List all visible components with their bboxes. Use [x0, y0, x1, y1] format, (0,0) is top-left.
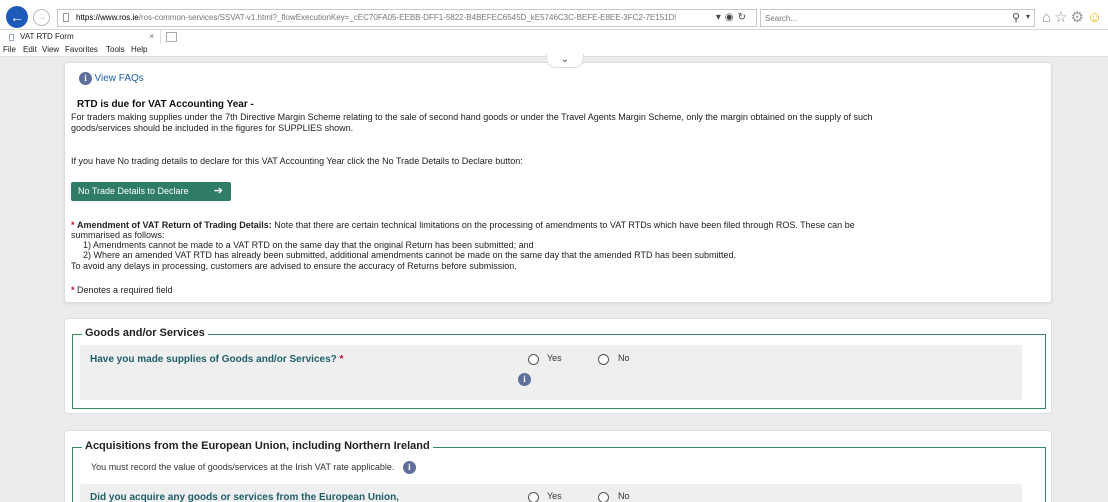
amendment-summary: summarised as follows: — [71, 230, 165, 240]
arrow-right-icon: ➔ — [213, 185, 223, 197]
amendment-heading: Amendment of VAT Return of Trading Detai… — [77, 220, 272, 230]
goods-services-question: Have you made supplies of Goods and/or S… — [90, 354, 343, 365]
amendment-item-2: 2) Where an amended VAT RTD has already … — [83, 250, 737, 260]
menu-edit[interactable]: Edit — [23, 45, 37, 54]
search-icon[interactable]: ⚲ — [1012, 11, 1020, 24]
lock-icon: ◉ — [724, 12, 738, 23]
goods-services-card: Goods and/or Services Have you made supp… — [64, 318, 1052, 414]
amendment-item-1: 1) Amendments cannot be made to a VAT RT… — [83, 240, 534, 250]
search-box[interactable]: ⚲ ▾ — [760, 9, 1035, 27]
required-field-note: * Denotes a required field — [71, 285, 173, 295]
menu-help[interactable]: Help — [131, 45, 147, 54]
page-favicon-icon — [9, 34, 14, 41]
radio-goods-no-label[interactable]: No — [618, 353, 630, 363]
menu-view[interactable]: View — [42, 45, 59, 54]
rtd-title: RTD is due for VAT Accounting Year - — [77, 99, 254, 110]
no-trade-button-label: No Trade Details to Declare — [78, 186, 189, 196]
margin-scheme-text-1: For traders making supplies under the 7t… — [71, 112, 873, 122]
required-star: * — [339, 354, 344, 365]
info-icon[interactable]: i — [402, 461, 416, 474]
radio-goods-yes[interactable] — [528, 354, 539, 365]
accuracy-advice: To avoid any delays in processing, custo… — [71, 261, 517, 271]
browser-toolbar: ← → https://www.ros.ie/ros-common-servic… — [0, 0, 1108, 30]
amendment-heading-line: * Amendment of VAT Return of Trading Det… — [71, 220, 855, 230]
url-text[interactable]: https://www.ros.ie/ros-common-services/S… — [76, 13, 676, 22]
menu-file[interactable]: File — [3, 45, 16, 54]
radio-acq-yes[interactable] — [528, 492, 539, 502]
acquisitions-note-text: You must record the value of goods/servi… — [91, 461, 395, 472]
view-faqs-link[interactable]: View FAQs — [95, 73, 144, 84]
goods-services-legend: Goods and/or Services — [82, 327, 208, 339]
intro-card: i View FAQs RTD is due for VAT Accountin… — [64, 62, 1052, 303]
faq-link[interactable]: i View FAQs — [79, 72, 144, 85]
acquisitions-note: You must record the value of goods/servi… — [91, 461, 416, 474]
back-arrow-icon[interactable]: ← — [6, 6, 28, 28]
acquisitions-question-panel: Did you acquire any goods or services fr… — [80, 484, 1022, 502]
page-icon — [63, 13, 69, 22]
tab-close-icon[interactable]: × — [149, 30, 154, 44]
search-input[interactable] — [765, 12, 995, 25]
acquisitions-question: Did you acquire any goods or services fr… — [90, 492, 399, 502]
info-icon[interactable]: i — [518, 373, 531, 386]
feedback-smiley-icon[interactable]: ☺ — [1087, 9, 1105, 26]
home-icon[interactable]: ⌂ — [1042, 9, 1054, 26]
address-controls: ▾◉↻ — [716, 12, 750, 23]
no-trade-details-button[interactable]: No Trade Details to Declare ➔ — [71, 182, 231, 201]
menu-favorites[interactable]: Favorites — [65, 45, 98, 54]
required-star: * — [71, 220, 75, 230]
amendment-text: Note that there are certain technical li… — [271, 220, 855, 230]
forward-arrow-icon[interactable]: → — [33, 9, 50, 26]
favorites-star-icon[interactable]: ☆ — [1054, 9, 1070, 26]
search-dropdown-icon[interactable]: ▾ — [1026, 12, 1030, 21]
acquisitions-legend: Acquisitions from the European Union, in… — [82, 440, 433, 452]
no-trade-instruction: If you have No trading details to declar… — [71, 156, 523, 166]
address-bar[interactable]: https://www.ros.ie/ros-common-services/S… — [57, 9, 757, 27]
tab-title: VAT RTD Form — [20, 32, 74, 41]
refresh-icon[interactable]: ↻ — [738, 12, 750, 23]
radio-acq-no[interactable] — [598, 492, 609, 502]
tab-strip: VAT RTD Form × — [0, 30, 1108, 44]
margin-scheme-text-2: goods/services should be included in the… — [71, 123, 354, 133]
tab-vat-rtd-form[interactable]: VAT RTD Form × — [6, 30, 161, 44]
question-text: Have you made supplies of Goods and/or S… — [90, 354, 337, 365]
dropdown-icon[interactable]: ▾ — [716, 12, 725, 23]
radio-acq-no-label[interactable]: No — [618, 491, 630, 501]
info-icon: i — [79, 72, 92, 85]
gear-icon[interactable]: ⚙ — [1071, 9, 1087, 26]
radio-acq-yes-label[interactable]: Yes — [547, 491, 562, 501]
chevron-down-icon[interactable]: ⌄ — [546, 54, 584, 68]
toolbar-icons: ⌂☆⚙☺ — [1042, 8, 1105, 26]
menu-tools[interactable]: Tools — [106, 45, 125, 54]
radio-goods-no[interactable] — [598, 354, 609, 365]
goods-services-question-panel: Have you made supplies of Goods and/or S… — [80, 345, 1022, 400]
required-note-text: Denotes a required field — [74, 285, 173, 295]
acquisitions-card: Acquisitions from the European Union, in… — [64, 430, 1052, 502]
radio-goods-yes-label[interactable]: Yes — [547, 353, 562, 363]
new-tab-button[interactable] — [166, 32, 177, 42]
